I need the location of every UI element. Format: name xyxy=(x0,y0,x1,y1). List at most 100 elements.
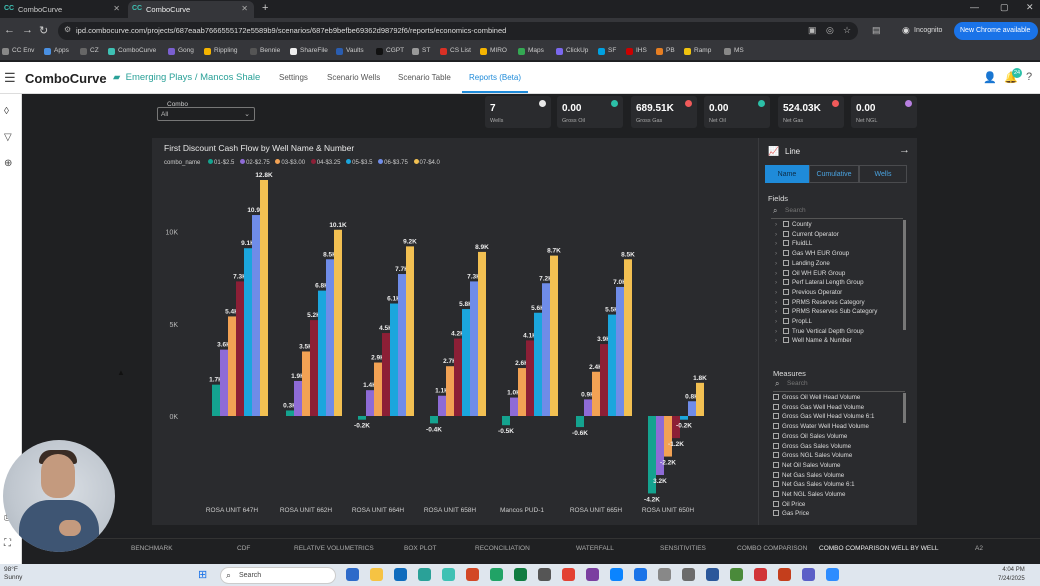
chart-bar[interactable] xyxy=(310,320,318,416)
measure-item[interactable]: Gross Water Well Head Volume xyxy=(773,423,869,433)
chart-bar[interactable] xyxy=(584,399,592,416)
report-tab[interactable]: RELATIVE VOLUMETRICS xyxy=(294,545,374,552)
chart-bar[interactable] xyxy=(534,312,542,416)
bookmark-item[interactable]: SF xyxy=(598,47,616,55)
measure-item[interactable]: Gross Oil Sales Volume xyxy=(773,432,847,443)
windows-start-icon[interactable]: ⊞ xyxy=(198,568,207,581)
app-icon[interactable] xyxy=(418,568,431,581)
checkbox[interactable] xyxy=(773,452,779,459)
report-tab[interactable]: A2 xyxy=(975,545,983,552)
chart-bar[interactable] xyxy=(502,416,510,426)
task-view-icon[interactable] xyxy=(346,568,359,581)
measure-item[interactable]: Net Gas Sales Volume xyxy=(773,471,844,482)
measures-search-input[interactable]: ⌕ Search xyxy=(773,379,905,392)
app-icon[interactable] xyxy=(634,568,647,581)
field-item[interactable]: › Gas WH EUR Group xyxy=(775,250,849,260)
field-item[interactable]: › Previous Operator xyxy=(775,288,842,299)
tab-scenario-table[interactable]: Scenario Table xyxy=(398,73,451,82)
breadcrumb-scenario[interactable]: Mancos Shale xyxy=(200,72,260,83)
bookmark-item[interactable]: MIRO xyxy=(480,47,507,55)
chart-bar[interactable] xyxy=(510,397,518,416)
browser-tab-active[interactable]: CC ComboCurve ✕ xyxy=(128,1,254,18)
chart-bar[interactable] xyxy=(302,351,310,416)
field-item[interactable]: › County xyxy=(775,221,812,231)
bookmark-item[interactable]: MS xyxy=(724,47,744,55)
chart-bar[interactable] xyxy=(228,316,236,416)
bookmark-item[interactable]: CZ xyxy=(80,47,99,55)
field-item[interactable]: › True Vertical Depth Group xyxy=(775,327,864,338)
back-icon[interactable]: ← xyxy=(4,24,15,36)
checkbox[interactable] xyxy=(773,471,779,478)
app-brand[interactable]: ComboCurve xyxy=(25,71,107,86)
sidepanel-icon[interactable]: ▤ xyxy=(872,25,881,36)
bookmark-item[interactable]: ST xyxy=(412,47,430,55)
chart-bar[interactable] xyxy=(358,416,366,420)
checkbox[interactable] xyxy=(773,413,779,420)
chart-bar[interactable] xyxy=(326,259,334,416)
combocurve-app-icon[interactable] xyxy=(442,568,455,581)
bookmark-item[interactable]: Ramp xyxy=(684,47,711,55)
help-icon[interactable]: ? xyxy=(1026,71,1032,83)
measure-item[interactable]: Gross Oil Well Head Volume xyxy=(773,394,860,404)
chart-bar[interactable] xyxy=(518,368,526,416)
checkbox[interactable] xyxy=(783,288,789,295)
excel-icon[interactable] xyxy=(514,568,527,581)
kpi-card[interactable]: 524.03K Net Gas xyxy=(778,96,844,128)
combo-select[interactable]: All ⌄ xyxy=(157,107,255,121)
chart-bar[interactable] xyxy=(212,384,220,416)
measure-item[interactable]: Net NGL Sales Volume xyxy=(773,491,845,501)
url-input[interactable]: ⚙ ipd.combocurve.com/projects/687eaab766… xyxy=(58,22,858,40)
fields-search-input[interactable]: ⌕ Search xyxy=(771,206,903,219)
chart-bar[interactable] xyxy=(286,410,294,416)
maximize-icon[interactable]: ▢ xyxy=(1000,2,1009,13)
bookmark-item[interactable]: Apps xyxy=(44,47,69,55)
checkbox[interactable] xyxy=(773,394,779,400)
chart-bar[interactable] xyxy=(592,371,600,416)
chart-bar[interactable] xyxy=(334,229,342,416)
measure-item[interactable]: Net Gas Sales Volume 6:1 xyxy=(773,481,855,491)
new-chrome-available-button[interactable]: New Chrome available xyxy=(954,22,1038,40)
taskbar-search-input[interactable]: ⌕ Search xyxy=(220,567,336,584)
legend-item[interactable]: 03-$3.00 xyxy=(275,159,305,166)
checkbox[interactable] xyxy=(783,308,789,315)
breadcrumb-project[interactable]: Emerging Plays xyxy=(126,72,193,83)
kpi-card[interactable]: 0.00 Net NGL xyxy=(851,96,917,128)
checkbox[interactable] xyxy=(783,318,789,324)
checkbox[interactable] xyxy=(773,500,779,507)
field-item[interactable]: › Oil WH EUR Group xyxy=(775,269,845,280)
close-window-icon[interactable]: ✕ xyxy=(1026,2,1034,13)
kpi-card[interactable]: 0.00 Gross Oil xyxy=(557,96,623,128)
measure-item[interactable]: Gross Gas Sales Volume xyxy=(773,442,851,453)
chart-bar[interactable] xyxy=(550,255,558,416)
chart-bar[interactable] xyxy=(366,390,374,416)
bookmark-item[interactable]: CGPT xyxy=(376,47,404,55)
measure-item[interactable]: Gross NGL Sales Volume xyxy=(773,452,852,462)
chart-bar[interactable] xyxy=(462,309,470,416)
legend-item[interactable]: 07-$4.0 xyxy=(413,159,440,166)
chart-bar[interactable] xyxy=(236,281,244,416)
measure-item[interactable]: Gross Gas Well Head Volume xyxy=(773,403,864,414)
field-item[interactable]: › Perf Lateral Length Group xyxy=(775,279,864,289)
checkbox[interactable] xyxy=(773,481,779,488)
checkbox[interactable] xyxy=(783,240,789,247)
browser-tab[interactable]: CC ComboCurve ✕ xyxy=(0,1,126,18)
checkbox[interactable] xyxy=(773,432,779,439)
bookmark-item[interactable]: IHS xyxy=(626,47,647,55)
chart-bar[interactable] xyxy=(616,286,624,416)
checkbox[interactable] xyxy=(773,510,779,517)
chart-bar[interactable] xyxy=(382,333,390,416)
legend-item[interactable]: 04-$3.25 xyxy=(310,159,340,166)
bookmark-item[interactable]: Bennie xyxy=(250,47,280,55)
chart-bar[interactable] xyxy=(406,246,414,416)
measure-item[interactable]: Net Oil Sales Volume xyxy=(773,461,840,472)
chart-bar[interactable] xyxy=(318,290,326,416)
report-tab-active[interactable]: COMBO COMPARISON WELL BY WELL xyxy=(819,545,938,552)
report-tab[interactable]: WATERFALL xyxy=(576,545,614,552)
zoom-icon[interactable] xyxy=(826,568,839,581)
checkbox[interactable] xyxy=(783,279,789,286)
forward-icon[interactable]: → xyxy=(22,24,33,36)
system-clock[interactable]: 4:04 PM 7/24/2025 xyxy=(998,566,1025,584)
bookmark-star-icon[interactable]: ☆ xyxy=(843,25,851,36)
app-icon[interactable] xyxy=(538,568,551,581)
measure-item[interactable]: Oil Price xyxy=(773,500,805,511)
